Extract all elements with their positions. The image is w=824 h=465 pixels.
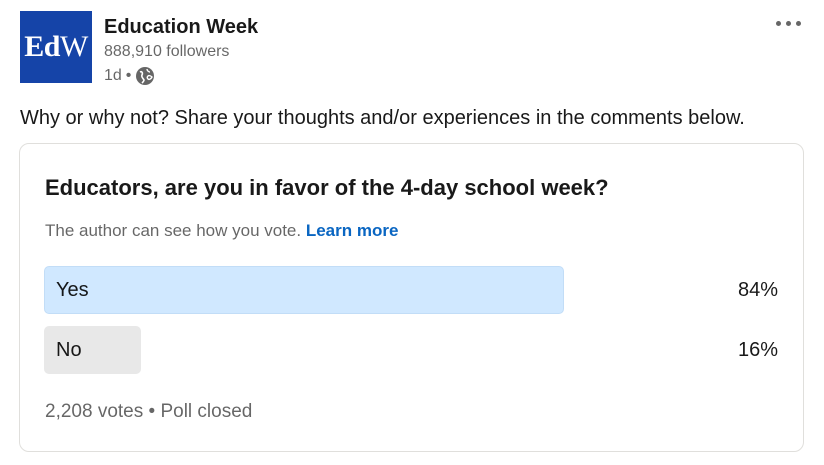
poll-footer: 2,208 votes • Poll closed <box>45 401 252 423</box>
poll-status: Poll closed <box>160 401 253 422</box>
author-name[interactable]: Education Week <box>104 14 258 40</box>
more-dot <box>775 20 781 26</box>
author-logo[interactable]: Ed W <box>20 11 92 83</box>
poll-option-yes-percent: 84% <box>737 279 778 301</box>
poll-option-yes-bar <box>44 266 564 314</box>
post-meta: 1d • <box>104 64 258 88</box>
more-dot <box>785 20 791 26</box>
post-text: Why or why not? Share your thoughts and/… <box>20 107 745 129</box>
logo-text-ed: Ed <box>24 30 60 63</box>
learn-more-link[interactable]: Learn more <box>306 221 399 240</box>
poll-option-yes-label: Yes <box>56 279 89 301</box>
poll-notice-text: The author can see how you vote. <box>45 221 302 240</box>
globe-icon <box>135 66 155 86</box>
feed-post: Ed W Education Week 888,910 followers 1d … <box>0 0 824 465</box>
poll-votes: 2,208 votes <box>45 401 144 422</box>
logo-text-w: W <box>59 30 88 63</box>
poll-footer-separator: • <box>148 401 156 422</box>
post-time: 1d <box>104 67 122 84</box>
author-followers: 888,910 followers <box>104 43 230 60</box>
poll-card: Educators, are you in favor of the 4-day… <box>19 143 804 452</box>
poll-notice: The author can see how you vote. Learn m… <box>45 221 398 241</box>
more-options-button[interactable] <box>768 10 808 36</box>
poll-option-no-percent: 16% <box>737 339 778 361</box>
more-dot <box>795 20 801 26</box>
poll-option-no-label: No <box>56 339 82 361</box>
author-info: Education Week 888,910 followers 1d • <box>104 14 258 88</box>
poll-question: Educators, are you in favor of the 4-day… <box>45 175 609 200</box>
meta-separator: • <box>125 67 132 84</box>
